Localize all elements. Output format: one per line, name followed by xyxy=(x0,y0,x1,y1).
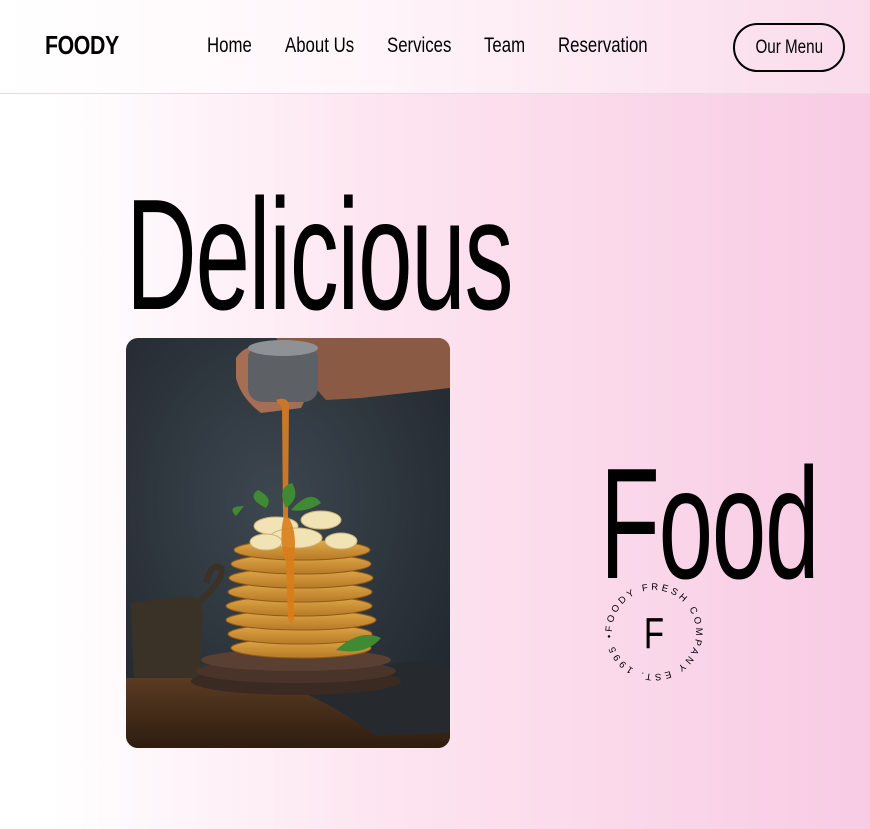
our-menu-button-label: Our Menu xyxy=(755,36,823,58)
hero-image-pancakes xyxy=(126,338,450,748)
nav-services[interactable]: Services xyxy=(387,34,451,58)
nav-team[interactable]: Team xyxy=(484,34,525,58)
hero-word-delicious: Delicious xyxy=(126,167,514,343)
nav-home[interactable]: Home xyxy=(207,34,252,58)
brand-logo[interactable]: FOODY xyxy=(45,30,119,61)
our-menu-button[interactable]: Our Menu xyxy=(733,23,845,72)
nav-about-us[interactable]: About Us xyxy=(285,34,354,58)
stamp-letter: F xyxy=(644,610,664,659)
company-stamp: FOODY FRESH COMPANY EST. 1995 • F xyxy=(598,576,710,688)
nav-reservation[interactable]: Reservation xyxy=(558,34,648,58)
navbar: FOODY Home About Us Services Team Reserv… xyxy=(0,0,870,94)
